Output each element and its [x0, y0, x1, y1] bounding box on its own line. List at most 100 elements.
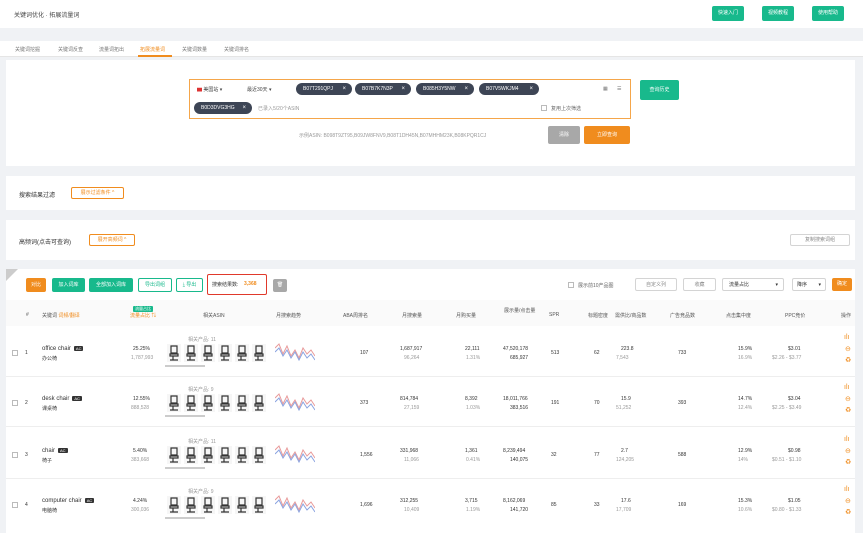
- col-monthly-search[interactable]: 月搜索量: [402, 312, 422, 319]
- period-select[interactable]: 最近30天 ▾: [247, 86, 271, 93]
- trend-sparkline[interactable]: [275, 340, 315, 364]
- help-button[interactable]: 使用帮助: [812, 6, 845, 21]
- thumb-scrollbar[interactable]: [165, 365, 205, 367]
- delete-icon[interactable]: ♻: [845, 458, 851, 466]
- list-icon[interactable]: ☰: [617, 86, 621, 92]
- delete-icon[interactable]: ♻: [845, 356, 851, 364]
- product-thumbnail[interactable]: [235, 394, 249, 412]
- trend-sparkline[interactable]: [275, 390, 315, 414]
- tab-keyword-rank[interactable]: 关键词排名: [224, 46, 249, 53]
- col-monthly-purchase[interactable]: 月购买量: [456, 312, 476, 319]
- product-thumbnail[interactable]: [184, 394, 198, 412]
- compare-button[interactable]: 对比: [26, 278, 46, 292]
- col-ppc[interactable]: PPC竞价: [785, 312, 805, 319]
- col-impressions[interactable]: 展示量/点击量: [504, 308, 535, 315]
- thumb-scrollbar[interactable]: [165, 467, 205, 469]
- row-checkbox[interactable]: [12, 400, 18, 406]
- minus-circle-icon[interactable]: ⊖: [845, 345, 851, 353]
- top10-checkbox[interactable]: [568, 282, 574, 288]
- trend-sparkline[interactable]: [275, 492, 315, 516]
- copy-phrase-button[interactable]: 复制搜索词组: [790, 234, 850, 246]
- col-share[interactable]: 流量占比 ⇅: [130, 312, 156, 319]
- minus-circle-icon[interactable]: ⊖: [845, 447, 851, 455]
- product-thumbnail[interactable]: [184, 344, 198, 362]
- show-filter-button[interactable]: 展示过滤条件 ^: [71, 187, 124, 199]
- close-icon[interactable]: ×: [242, 102, 246, 114]
- example-asins[interactable]: 示例ASIN: B098T9ZT95,B09JW8FNV9,B08T1DH45N…: [299, 132, 486, 139]
- row-checkbox[interactable]: [12, 502, 18, 508]
- minus-circle-icon[interactable]: ⊖: [845, 395, 851, 403]
- close-icon[interactable]: ×: [401, 83, 405, 95]
- collect-button[interactable]: 收藏: [683, 278, 716, 291]
- tab-expand-traffic[interactable]: 拓展流量词: [140, 46, 165, 53]
- col-supply-demand[interactable]: 需供比/商品数: [615, 312, 646, 319]
- export-button[interactable]: ⤓ 导出: [176, 278, 203, 292]
- product-thumbnail[interactable]: [167, 496, 181, 514]
- product-thumbnail[interactable]: [167, 344, 181, 362]
- asin-chip[interactable]: B085H3Y5NW ×: [416, 83, 474, 95]
- sort-field-select[interactable]: 流量占比 ▾: [722, 278, 784, 291]
- order-select[interactable]: 降序 ▾: [792, 278, 826, 291]
- asin-chip[interactable]: B0D3DVG3HG ×: [194, 102, 252, 114]
- col-click-concentration[interactable]: 点击集中度: [726, 312, 751, 319]
- chart-icon[interactable]: ılı: [844, 334, 849, 341]
- col-spr[interactable]: SPR: [549, 312, 559, 318]
- keyword-link[interactable]: chair AC: [42, 448, 68, 454]
- keyword-link[interactable]: computer chair AC: [42, 498, 95, 504]
- tab-keyword-count[interactable]: 关键词数量: [182, 46, 207, 53]
- product-thumbnail[interactable]: [252, 344, 266, 362]
- quick-start-button[interactable]: 快速入门: [712, 6, 745, 21]
- close-icon[interactable]: ×: [342, 83, 346, 95]
- asin-chip[interactable]: B07B7K7N3P ×: [355, 83, 411, 95]
- tab-keyword-mining[interactable]: 关键词挖掘: [15, 46, 40, 53]
- product-thumbnail[interactable]: [167, 446, 181, 464]
- thumb-scrollbar[interactable]: [165, 415, 205, 417]
- col-ad-count[interactable]: 广告竞品数: [670, 312, 695, 319]
- product-thumbnail[interactable]: [235, 446, 249, 464]
- close-icon[interactable]: ×: [464, 83, 468, 95]
- product-thumbnail[interactable]: [167, 394, 181, 412]
- export-phrase-button[interactable]: 导出词组: [138, 278, 172, 292]
- chart-icon[interactable]: ılı: [844, 436, 849, 443]
- product-thumbnail[interactable]: [184, 446, 198, 464]
- expand-freq-button[interactable]: 展开高频词 ^: [89, 234, 135, 246]
- delete-icon[interactable]: ♻: [845, 406, 851, 414]
- clear-button[interactable]: 清除: [548, 126, 580, 144]
- product-thumbnail[interactable]: [235, 344, 249, 362]
- keyword-link[interactable]: desk chair AC: [42, 396, 82, 402]
- product-thumbnail[interactable]: [252, 394, 266, 412]
- product-thumbnail[interactable]: [184, 496, 198, 514]
- product-thumbnail[interactable]: [218, 496, 232, 514]
- product-thumbnail[interactable]: [218, 446, 232, 464]
- chart-icon[interactable]: ılı: [844, 486, 849, 493]
- grid-icon[interactable]: ▦: [603, 86, 608, 92]
- close-icon[interactable]: ×: [529, 83, 533, 95]
- thumb-scrollbar[interactable]: [165, 517, 205, 519]
- product-thumbnail[interactable]: [201, 394, 215, 412]
- col-keyword[interactable]: 关键词 词频/翻译: [42, 312, 80, 319]
- trash-icon[interactable]: 🗑: [273, 279, 287, 292]
- asin-chip[interactable]: B07V5WKJM4 ×: [479, 83, 539, 95]
- site-select[interactable]: ▆ 美国站 ▾: [197, 86, 222, 93]
- add-library-button[interactable]: 加入词库: [52, 278, 85, 292]
- custom-columns-button[interactable]: 自定义列: [635, 278, 677, 291]
- product-thumbnail[interactable]: [218, 394, 232, 412]
- asin-chip[interactable]: B07T291QPJ ×: [296, 83, 352, 95]
- add-all-button[interactable]: 全部加入词库: [89, 278, 133, 292]
- product-thumbnail[interactable]: [252, 446, 266, 464]
- product-thumbnail[interactable]: [235, 496, 249, 514]
- reuse-checkbox[interactable]: [541, 105, 547, 111]
- product-thumbnail[interactable]: [201, 446, 215, 464]
- chart-icon[interactable]: ılı: [844, 384, 849, 391]
- col-aba[interactable]: ABA周排名: [343, 312, 368, 319]
- row-checkbox[interactable]: [12, 452, 18, 458]
- tab-keyword-reverse[interactable]: 关键词反查: [58, 46, 83, 53]
- product-thumbnail[interactable]: [252, 496, 266, 514]
- product-thumbnail[interactable]: [201, 496, 215, 514]
- history-button[interactable]: 查询历史: [640, 80, 679, 100]
- minus-circle-icon[interactable]: ⊖: [845, 497, 851, 505]
- trend-sparkline[interactable]: [275, 442, 315, 466]
- product-thumbnail[interactable]: [218, 344, 232, 362]
- video-tutorial-button[interactable]: 视频教程: [762, 6, 795, 21]
- tab-traffic-out[interactable]: 流量词拓出: [99, 46, 124, 53]
